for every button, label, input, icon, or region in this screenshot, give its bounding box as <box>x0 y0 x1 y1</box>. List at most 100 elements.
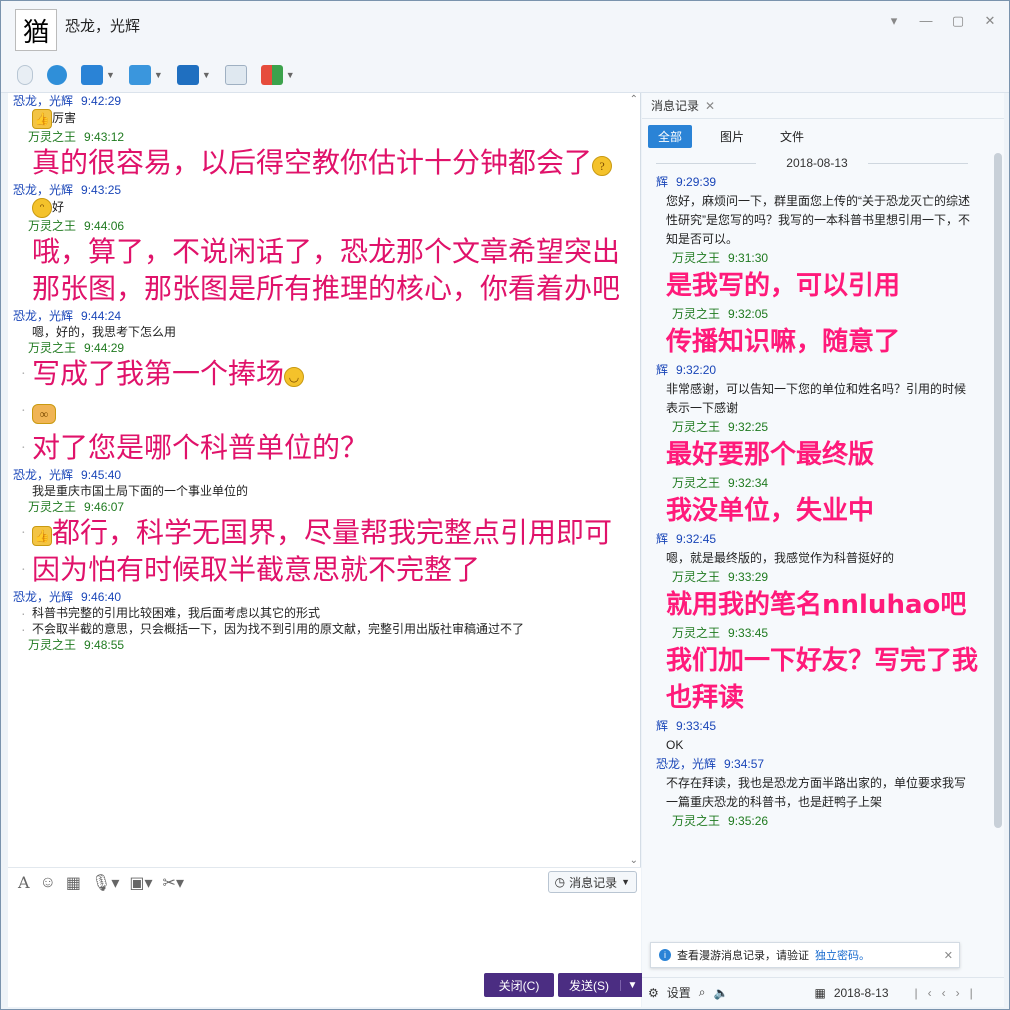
voice-call-button[interactable] <box>13 62 37 88</box>
send-button[interactable]: 发送(S) ▼ <box>558 973 646 997</box>
sender-name: 万灵之王 <box>672 307 721 321</box>
add-app-button[interactable] <box>221 62 251 88</box>
scroll-down-icon[interactable]: ⌄ <box>630 855 638 866</box>
message-time: 9:34:57 <box>724 757 765 771</box>
window-controls: ▾ — ▢ ✕ <box>887 13 997 29</box>
scroll-up-icon[interactable]: ⌃ <box>630 94 638 105</box>
message-body: 写成了我第一个捧场 <box>32 359 285 390</box>
page-nav[interactable]: |‹‹›| <box>915 986 983 1000</box>
input-toolbar: A ☺ ▦ 🎙▾ ▣▾ ✂▾ ◷ 消息记录 ▼ <box>8 867 641 897</box>
message-text: · ∞ <box>8 393 640 430</box>
remote-desktop-button[interactable]: ▼ <box>173 62 215 88</box>
message-time: 9:42:29 <box>81 94 122 108</box>
history-message-text: 传播知识嘛，随意了 <box>666 327 901 357</box>
close-icon[interactable]: ✕ <box>983 13 997 29</box>
message-sender: 万灵之王 9:43:12 <box>8 129 640 145</box>
history-sender: 万灵之王 9:32:34 <box>642 474 992 493</box>
message-time: 9:44:29 <box>84 341 125 355</box>
send-options-icon[interactable]: ▼ <box>620 979 644 991</box>
message-text: 嗯，好的，我思考下怎么用 <box>8 324 640 340</box>
message-body: 我是重庆市国土局下面的一个事业单位的 <box>32 484 249 498</box>
message-sender: 恐龙，光辉 9:44:24 <box>8 308 640 324</box>
bullet-dot: · <box>21 441 26 456</box>
clock-icon: ◷ <box>554 875 566 889</box>
emoji-icon[interactable]: ☺ <box>40 874 56 892</box>
settings-label[interactable]: 设置 <box>667 984 691 1001</box>
history-tab[interactable]: 消息记录 ✕ <box>642 93 1004 119</box>
dropdown-icon[interactable]: ▾ <box>887 13 901 29</box>
apps-grid-button[interactable]: ▼ <box>257 62 299 88</box>
message-body: 都行，科学无国界，尽量帮我完整点引用即可 <box>52 518 613 549</box>
chat-message-area[interactable]: 恐龙，光辉 9:42:29 👍 厉害 万灵之王 9:43:12 真的很容易，以后得空教你估计… <box>8 93 641 867</box>
message-sender: 恐龙，光辉 9:43:25 <box>8 182 640 198</box>
chevron-down-icon: ▼ <box>106 69 115 80</box>
message-time: 9:44:06 <box>84 219 125 233</box>
sender-name: 万灵之王 <box>672 570 721 584</box>
history-message-text: 我没单位，失业中 <box>666 496 875 526</box>
file-transfer-button[interactable]: ▼ <box>125 62 167 88</box>
thumb-emoji-icon: 👍 <box>32 109 52 129</box>
sender-name: 万灵之王 <box>28 500 77 514</box>
message-body: 对了您是哪个科普单位的？ <box>32 433 369 464</box>
scissors-icon[interactable]: ✂▾ <box>163 873 184 893</box>
message-time: 9:48:55 <box>84 638 125 652</box>
message-time: 9:32:45 <box>676 532 717 546</box>
history-sender: 万灵之王 9:32:25 <box>642 418 992 437</box>
settings-icon[interactable]: ⚙ <box>648 986 659 1000</box>
image-icon[interactable]: ▣▾ <box>129 873 152 893</box>
sender-name: 辉 <box>656 363 669 377</box>
history-scrollbar[interactable] <box>994 153 1002 828</box>
screen-share-button[interactable]: ▼ <box>77 62 119 88</box>
maximize-icon[interactable]: ▢ <box>951 13 965 29</box>
screen-share-icon <box>81 64 103 85</box>
tab-images[interactable]: 图片 <box>712 125 752 148</box>
history-message-text: 是我写的，可以引用 <box>666 271 901 301</box>
footer-date: 2018-8-13 <box>833 985 889 1000</box>
search-icon[interactable]: ⌕ <box>699 985 706 1000</box>
close-history-icon[interactable]: ✕ <box>705 99 715 113</box>
think-emoji-icon: ? <box>592 155 613 176</box>
date-separator: 2018-08-13 <box>642 153 992 173</box>
tab-all[interactable]: 全部 <box>648 124 693 148</box>
message-input[interactable] <box>8 897 641 967</box>
chevron-down-icon: ▼ <box>285 69 295 80</box>
message-body: 不会取半截的意思，只会概括一下，因为找不到引用的原文献，完整引用出版社审稿通过不… <box>32 622 525 636</box>
minimize-icon[interactable]: — <box>919 13 933 29</box>
message-text: · 因为怕有时候取半截意思就不完整了 <box>8 552 640 589</box>
font-icon[interactable]: A <box>18 873 30 892</box>
message-text: ᵔ好 <box>8 198 640 218</box>
message-text: 哦，算了，不说闲话了，恐龙那个文章希望突出那张图，那张图是所有推理的核心，你看着… <box>8 234 640 308</box>
history-tab-title: 消息记录 <box>651 99 700 113</box>
sender-name: 恐龙，光辉 <box>13 309 74 323</box>
history-message-list[interactable]: 2018-08-13 辉 9:29:39 您好，麻烦问一下，群里面您上传的“关于恐龙… <box>642 153 992 973</box>
calendar-icon[interactable]: ▦ <box>814 986 825 1000</box>
sender-name: 万灵之王 <box>672 476 721 490</box>
grin-emoji-icon: ᵔ <box>32 198 52 218</box>
tab-files[interactable]: 文件 <box>772 125 812 148</box>
message-history-button[interactable]: ◷ 消息记录 ▼ <box>547 871 637 893</box>
send-bar: 关闭(C) 发送(S) ▼ <box>8 967 646 1007</box>
voice-icon[interactable]: 🎙▾ <box>91 873 119 893</box>
speaker-icon[interactable]: 🔈 <box>714 986 729 1000</box>
video-call-button[interactable] <box>43 62 71 88</box>
message-sender: 恐龙，光辉 9:42:29 <box>8 93 640 109</box>
message-text: · 👍都行，科学无国界，尽量帮我完整点引用即可 <box>8 515 640 552</box>
message-time: 9:31:30 <box>728 251 769 265</box>
message-time: 9:32:05 <box>728 307 769 321</box>
gif-icon[interactable]: ▦ <box>66 873 81 893</box>
send-label: 发送(S) <box>569 978 609 993</box>
message-history-label: 消息记录 <box>569 875 618 890</box>
close-button[interactable]: 关闭(C) <box>484 973 554 997</box>
avatar[interactable]: 猶 <box>15 9 57 51</box>
message-time: 9:35:26 <box>728 814 769 828</box>
message-sender: 万灵之王 9:44:06 <box>8 218 640 234</box>
message-time: 9:32:34 <box>728 476 769 490</box>
close-notice-icon[interactable]: ✕ <box>944 949 953 962</box>
message-body: 因为怕有时候取半截意思就不完整了 <box>32 555 481 586</box>
message-sender: 恐龙，光辉 9:45:40 <box>8 467 640 483</box>
message-text: 我是重庆市国土局下面的一个事业单位的 <box>8 483 640 499</box>
bullet-dot: · <box>21 621 26 637</box>
history-entries: 辉 9:29:39 您好，麻烦问一下，群里面您上传的“关于恐龙灭亡的综述性研究”是您… <box>642 173 992 831</box>
history-footer: ⚙ 设置 ⌕ 🔈 ▦ 2018-8-13 |‹‹›| <box>642 977 1004 1007</box>
verify-password-link[interactable]: 独立密码。 <box>815 947 870 963</box>
